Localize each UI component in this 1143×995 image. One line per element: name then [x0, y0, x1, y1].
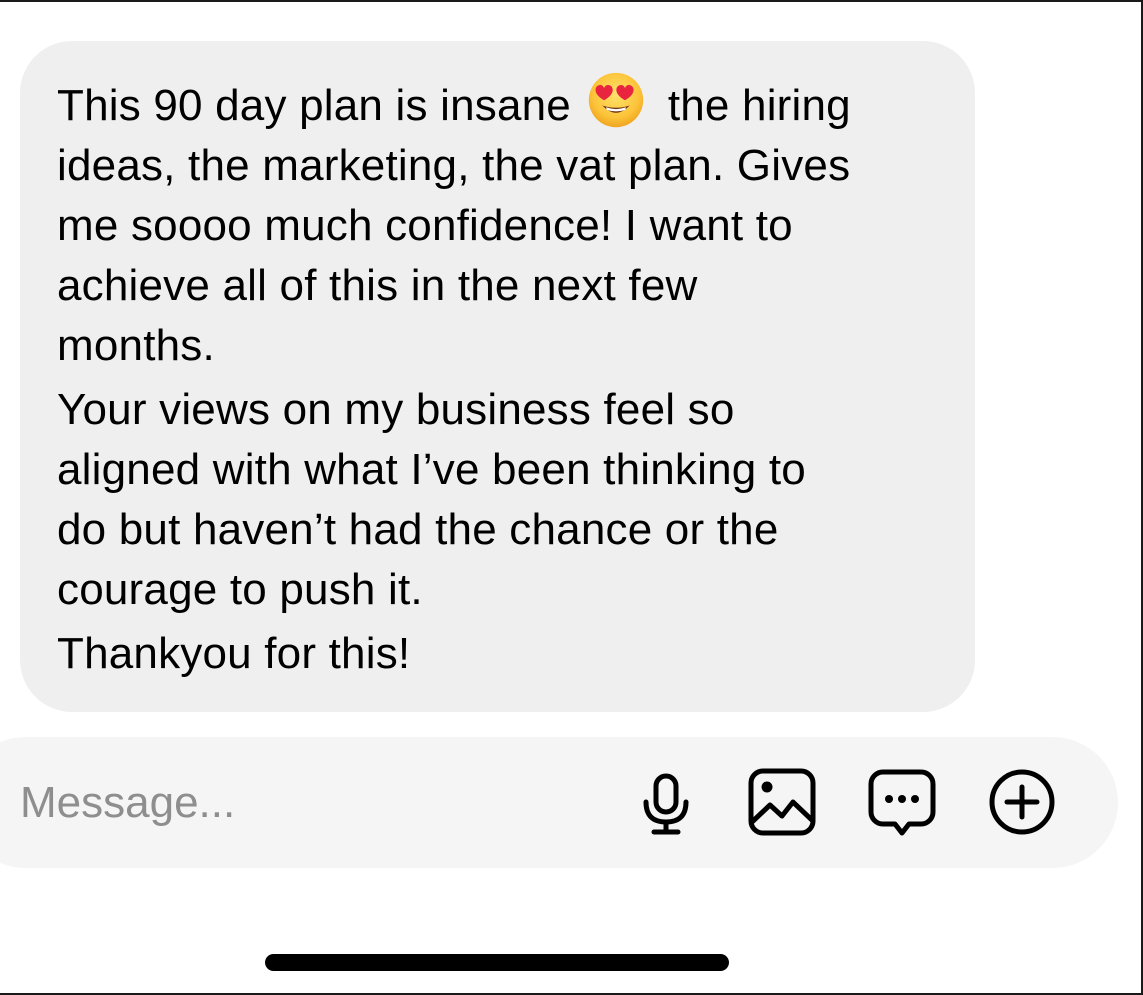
- message-line: courage to push it.: [57, 565, 423, 614]
- gallery-button[interactable]: [746, 766, 818, 838]
- microphone-button[interactable]: [630, 766, 702, 838]
- message-paragraph-1: This 90 day plan is insane the hiring id…: [57, 71, 945, 376]
- message-line: me soooo much confidence! I want to: [57, 201, 793, 250]
- message-text: This 90 day plan is insane: [57, 81, 571, 130]
- message-input[interactable]: [20, 770, 600, 836]
- screen-edge-top: [0, 0, 1143, 2]
- message-line: Thankyou for this!: [57, 629, 411, 678]
- message-text: the hiring: [667, 81, 851, 130]
- received-message-bubble[interactable]: This 90 day plan is insane the hiring id…: [20, 41, 975, 712]
- message-line: This 90 day plan is insane the hiring: [57, 71, 945, 136]
- message-paragraph-3: Thankyou for this!: [57, 624, 945, 684]
- message-line: do but haven’t had the chance or the: [57, 505, 779, 554]
- plus-circle-icon: [989, 769, 1055, 835]
- add-button[interactable]: [986, 766, 1058, 838]
- message-line: aligned with what I’ve been thinking to: [57, 445, 806, 494]
- home-indicator[interactable]: [265, 954, 729, 971]
- message-line: achieve all of this in the next few: [57, 261, 698, 310]
- message-paragraph-2: Your views on my business feel so aligne…: [57, 380, 945, 620]
- heart-eyes-emoji-icon: [587, 71, 645, 129]
- message-line: months.: [57, 321, 215, 370]
- message-line: ideas, the marketing, the vat plan. Give…: [57, 141, 851, 190]
- gallery-icon: [748, 768, 816, 836]
- message-line: Your views on my business feel so: [57, 385, 735, 434]
- sticker-icon: [868, 769, 936, 836]
- microphone-icon: [643, 773, 689, 835]
- sticker-button[interactable]: [866, 766, 938, 838]
